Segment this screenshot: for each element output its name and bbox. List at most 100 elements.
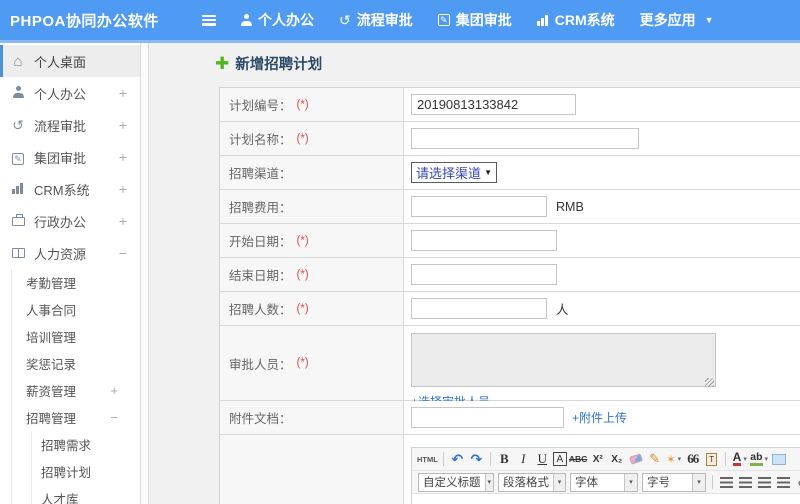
form-row-plan-name: 计划名称： (*): [220, 122, 800, 156]
attachment-upload-link[interactable]: +附件上传: [572, 409, 627, 426]
approvers-textarea[interactable]: [411, 333, 716, 387]
start-date-input[interactable]: [411, 230, 557, 251]
sidebar-item-personal-desktop[interactable]: ⌂ 个人桌面: [0, 45, 140, 77]
align-center-button[interactable]: [737, 473, 754, 491]
editor-toolbar-row-1: HTML ↶ ↷ B I U A ABC X² X₂ ✎ ✶ ▾ 66 T A …: [412, 448, 800, 471]
required-marker: (*): [296, 302, 309, 315]
align-left-button[interactable]: [718, 473, 735, 491]
person-icon: [10, 85, 26, 101]
sidebar-item-reward-punish-records[interactable]: 奖惩记录: [12, 350, 140, 377]
nav-crm-system[interactable]: CRM系统: [536, 10, 615, 30]
font-family-dropdown[interactable]: 字体 ▾: [570, 472, 638, 492]
undo-button[interactable]: ↶: [449, 450, 466, 468]
form-row-recruit-cost: 招聘费用： RMB: [220, 190, 800, 224]
heading-dropdown[interactable]: 自定义标题 ▾: [418, 472, 494, 492]
html-source-button[interactable]: HTML: [417, 450, 438, 468]
sidebar-item-recruit-demand[interactable]: 招聘需求: [32, 431, 140, 458]
rich-text-editor: HTML ↶ ↷ B I U A ABC X² X₂ ✎ ✶ ▾ 66 T A …: [411, 447, 800, 504]
sidebar-item-admin-office[interactable]: 行政办公 +: [0, 205, 140, 237]
plan-name-input[interactable]: [411, 128, 639, 149]
expand-plus-icon[interactable]: +: [119, 181, 127, 197]
redo-button[interactable]: ↷: [468, 450, 485, 468]
recruit-plan-form: 计划编号： (*) 计划名称： (*) 招聘渠道： 请选择渠道: [219, 87, 800, 504]
format-painter-button[interactable]: ✶ ▾: [665, 450, 682, 468]
align-justify-button[interactable]: [775, 473, 792, 491]
sidebar-item-attendance-mgmt[interactable]: 考勤管理: [12, 269, 140, 296]
sidebar-item-recruit-plan[interactable]: 招聘计划: [32, 458, 140, 485]
page-title: ✚ 新增招聘计划: [215, 53, 323, 74]
sidebar-item-crm-system[interactable]: CRM系统 +: [0, 173, 140, 205]
end-date-input[interactable]: [411, 264, 557, 285]
headcount-input[interactable]: [411, 298, 547, 319]
field-label: 招聘人数：: [229, 303, 292, 317]
clipboard-icon: T: [706, 452, 718, 466]
align-left-icon: [720, 476, 733, 488]
sidebar-item-recruit-mgmt[interactable]: 招聘管理 −: [12, 404, 140, 431]
sidebar-item-salary-mgmt[interactable]: 薪资管理 +: [12, 377, 140, 404]
italic-button[interactable]: I: [515, 450, 532, 468]
blockquote-button[interactable]: 66: [684, 450, 701, 468]
superscript-button[interactable]: X²: [589, 450, 606, 468]
expand-plus-icon[interactable]: +: [119, 85, 127, 101]
nav-process-approval[interactable]: ↺ 流程审批: [339, 10, 413, 30]
nav-more-apps[interactable]: 更多应用 ▼: [640, 10, 714, 30]
paste-button[interactable]: T: [703, 450, 720, 468]
sidebar-item-process-approval[interactable]: ↺ 流程审批 +: [0, 109, 140, 141]
sidebar-item-talent-pool[interactable]: 人才库: [32, 485, 140, 504]
required-marker: (*): [296, 357, 309, 369]
expand-plus-icon[interactable]: +: [119, 213, 127, 229]
caret-down-icon: ▼: [704, 15, 714, 25]
insert-image-button[interactable]: [770, 450, 787, 468]
form-row-headcount: 招聘人数： (*) 人: [220, 292, 800, 326]
channel-select[interactable]: 请选择渠道 ▼: [411, 162, 497, 183]
person-icon: [241, 14, 252, 26]
expand-plus-icon[interactable]: +: [119, 117, 127, 133]
field-label: 计划编号：: [229, 99, 292, 113]
caret-down-icon: ▾: [764, 456, 769, 463]
book-icon: [10, 246, 26, 261]
collapse-minus-icon[interactable]: −: [110, 410, 118, 425]
caret-down-icon: ▾: [743, 456, 747, 463]
font-size-dropdown[interactable]: 字号 ▾: [642, 472, 706, 492]
strikethrough-button[interactable]: ABC: [569, 450, 587, 468]
hamburger-menu-icon[interactable]: [202, 14, 216, 26]
app-logo: PHPOA协同办公软件: [10, 12, 159, 30]
sidebar-item-personnel-contract[interactable]: 人事合同: [12, 296, 140, 323]
font-color-button[interactable]: A ▾: [731, 450, 748, 468]
required-marker: (*): [296, 268, 309, 281]
caret-down-icon: ▾: [624, 473, 637, 491]
nav-personal-office[interactable]: 个人办公: [241, 10, 314, 30]
field-label: 计划名称：: [229, 133, 292, 147]
align-right-icon: [758, 476, 771, 488]
eraser-button[interactable]: [627, 450, 644, 468]
edit-icon: ✎: [10, 150, 26, 165]
editor-content-area[interactable]: [412, 494, 800, 504]
collapse-minus-icon[interactable]: −: [119, 245, 127, 261]
attachment-input[interactable]: [411, 407, 564, 428]
eraser-icon: [628, 453, 643, 465]
bar-chart-icon: [536, 14, 549, 26]
sidebar-item-group-approval[interactable]: ✎ 集团审批 +: [0, 141, 140, 173]
plus-icon: ✚: [215, 53, 230, 73]
caret-down-icon: ▾: [553, 473, 565, 491]
font-style-button[interactable]: A: [552, 452, 567, 466]
highlight-color-button[interactable]: ab ▾: [750, 450, 768, 468]
field-label: 审批人员：: [229, 357, 292, 372]
format-brush-button[interactable]: ✎: [646, 450, 663, 468]
top-bar: PHPOA协同办公软件 个人办公 ↺ 流程审批 ✎ 集团审批 CRM系统 更多应…: [0, 0, 800, 40]
sidebar-item-human-resources[interactable]: 人力资源 −: [0, 237, 140, 269]
sidebar-item-training-mgmt[interactable]: 培训管理: [12, 323, 140, 350]
plan-number-input[interactable]: [411, 94, 576, 115]
underline-button[interactable]: U: [534, 450, 551, 468]
form-row-end-date: 结束日期： (*): [220, 258, 800, 292]
align-right-button[interactable]: [756, 473, 773, 491]
expand-plus-icon[interactable]: +: [110, 383, 118, 398]
recruit-cost-input[interactable]: [411, 196, 547, 217]
insert-link-button[interactable]: ∞: [794, 473, 800, 491]
nav-group-approval[interactable]: ✎ 集团审批: [437, 10, 512, 30]
bold-button[interactable]: B: [496, 450, 513, 468]
expand-plus-icon[interactable]: +: [119, 149, 127, 165]
paragraph-format-dropdown[interactable]: 段落格式 ▾: [498, 472, 566, 492]
sidebar-item-personal-office[interactable]: 个人办公 +: [0, 77, 140, 109]
subscript-button[interactable]: X₂: [608, 450, 625, 468]
